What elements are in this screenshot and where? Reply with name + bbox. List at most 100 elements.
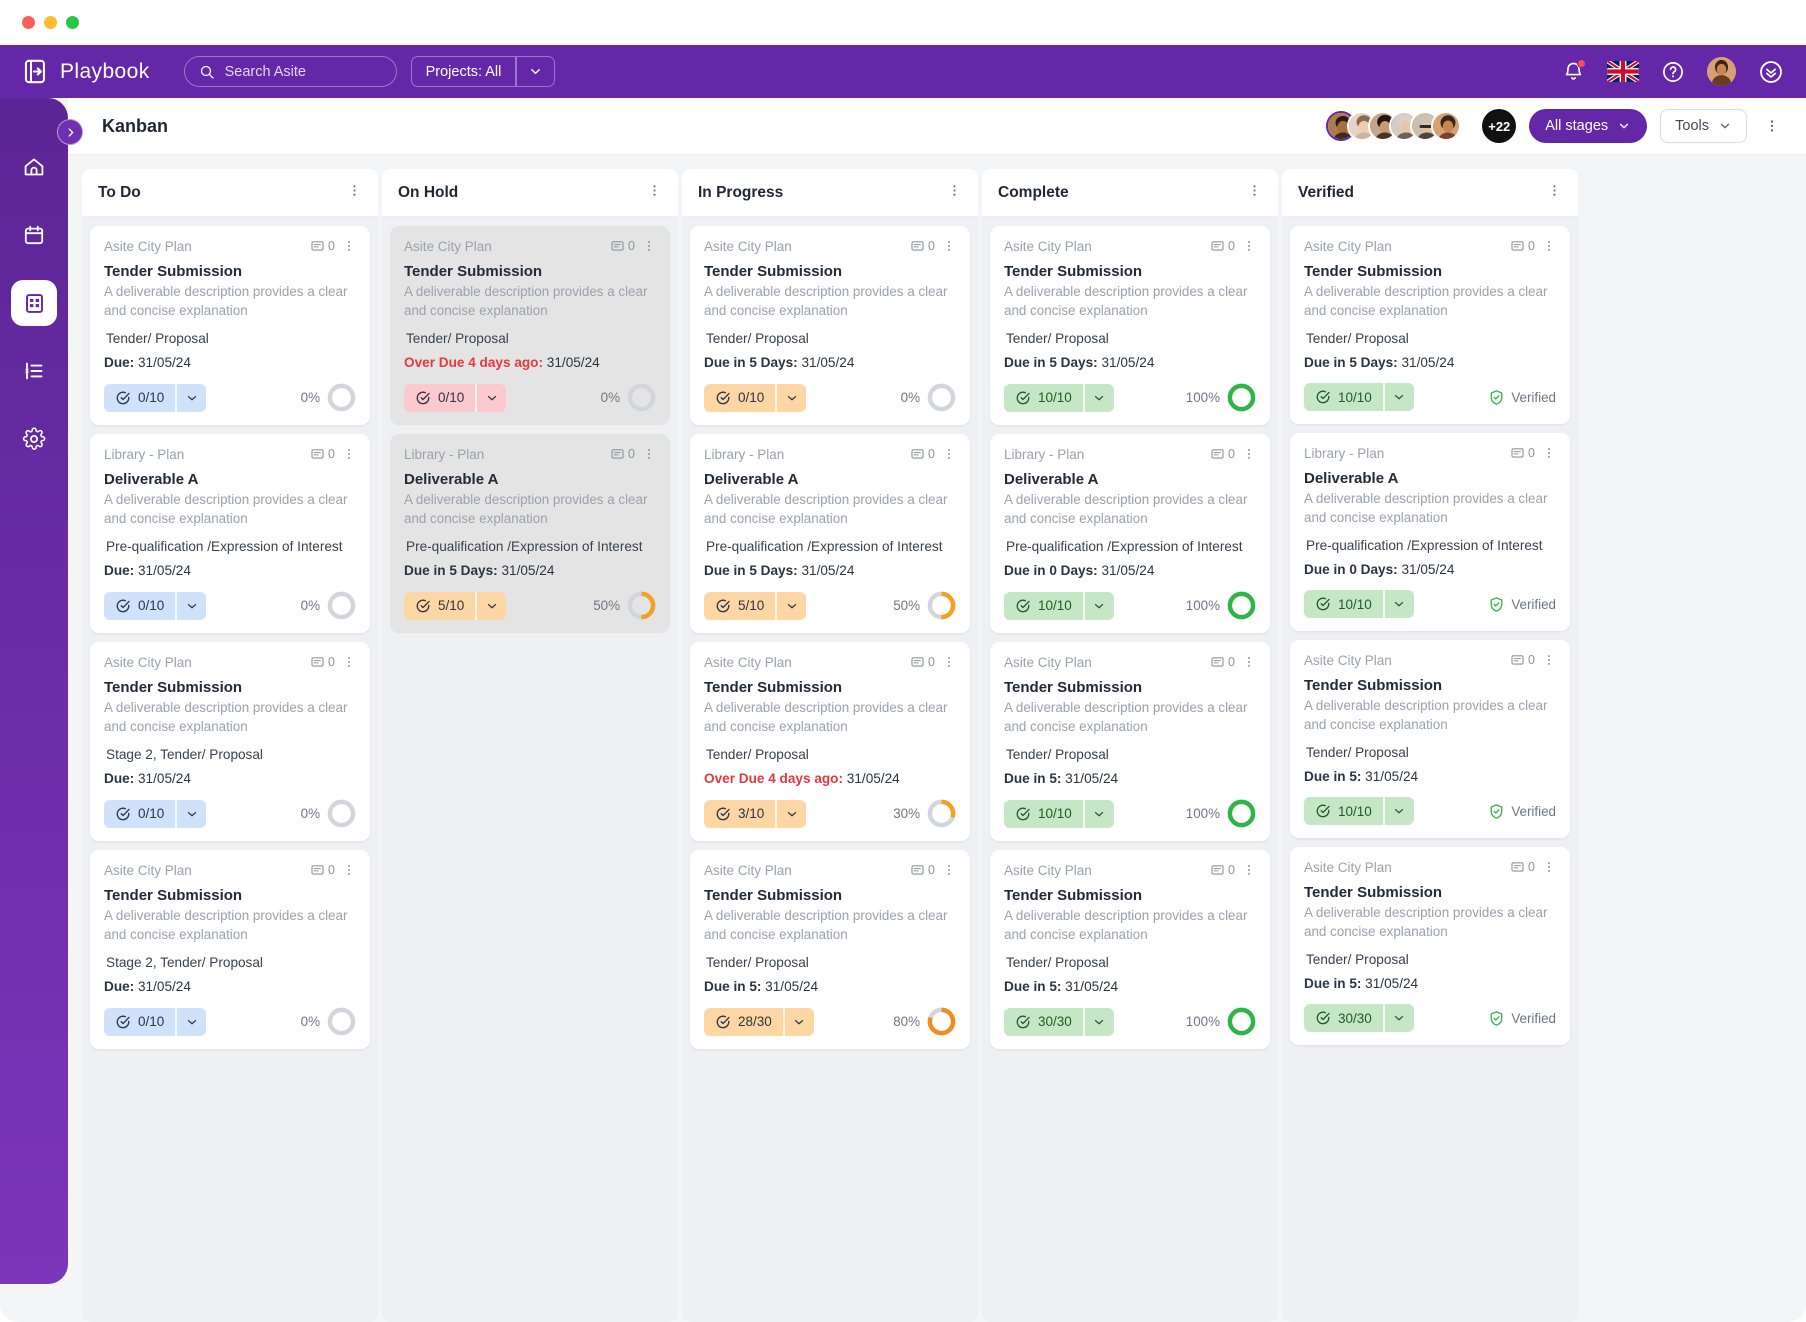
card-checklist-chip[interactable]: 0/10: [704, 383, 807, 412]
kanban-card[interactable]: Asite City Plan 0 Tender Submission A deliv…: [690, 850, 970, 1049]
card-checklist-chip[interactable]: 0/10: [104, 799, 207, 828]
card-options-button[interactable]: [342, 238, 356, 254]
projects-filter-select[interactable]: Projects: All: [410, 56, 555, 87]
checklist-expand-button[interactable]: [782, 1007, 814, 1036]
card-options-button[interactable]: [1542, 859, 1556, 875]
card-checklist-chip[interactable]: 10/10: [1004, 799, 1114, 828]
checklist-expand-button[interactable]: [475, 383, 507, 412]
card-comment-count[interactable]: 0: [910, 863, 935, 878]
card-checklist-chip[interactable]: 3/10: [704, 799, 807, 828]
card-comment-count[interactable]: 0: [610, 447, 635, 462]
card-comment-count[interactable]: 0: [1510, 653, 1535, 668]
card-options-button[interactable]: [642, 446, 656, 462]
card-checklist-chip[interactable]: 30/30: [1304, 1004, 1414, 1032]
card-options-button[interactable]: [1542, 652, 1556, 668]
tools-button[interactable]: Tools: [1660, 109, 1747, 143]
card-checklist-chip[interactable]: 28/30: [704, 1007, 814, 1036]
help-icon[interactable]: [1661, 60, 1685, 84]
kanban-card[interactable]: Asite City Plan 0 Tender Submission A deliv…: [990, 226, 1270, 425]
checklist-expand-button[interactable]: [175, 1007, 207, 1036]
card-checklist-chip[interactable]: 30/30: [1004, 1007, 1114, 1036]
checklist-expand-button[interactable]: [1382, 590, 1414, 618]
kanban-card[interactable]: Asite City Plan 0 Tender Submission A deliv…: [990, 642, 1270, 841]
window-close-button[interactable]: [22, 16, 35, 29]
column-options-button[interactable]: [947, 182, 962, 204]
card-checklist-chip[interactable]: 0/10: [404, 383, 507, 412]
card-comment-count[interactable]: 0: [1210, 655, 1235, 670]
kanban-card[interactable]: Asite City Plan 0 Tender Submission A deliv…: [390, 226, 670, 425]
kanban-card[interactable]: Asite City Plan 0 Tender Submission A deliv…: [990, 850, 1270, 1049]
checklist-expand-button[interactable]: [1382, 797, 1414, 825]
window-minimize-button[interactable]: [44, 16, 57, 29]
card-checklist-chip[interactable]: 10/10: [1004, 383, 1114, 412]
kanban-card[interactable]: Asite City Plan 0 Tender Submission A deliv…: [690, 226, 970, 425]
kanban-card[interactable]: Library - Plan 0 Deliverable A A deliverabl…: [90, 434, 370, 633]
kanban-card[interactable]: Asite City Plan 0 Tender Submission A deliv…: [90, 850, 370, 1049]
card-checklist-chip[interactable]: 10/10: [1004, 591, 1114, 620]
card-comment-count[interactable]: 0: [310, 239, 335, 254]
sidebar-item-settings[interactable]: [11, 416, 57, 462]
card-checklist-chip[interactable]: 10/10: [1304, 590, 1414, 618]
checklist-expand-button[interactable]: [775, 383, 807, 412]
card-options-button[interactable]: [1242, 446, 1256, 462]
card-checklist-chip[interactable]: 10/10: [1304, 797, 1414, 825]
search-input[interactable]: Search Asite: [183, 56, 397, 87]
checklist-expand-button[interactable]: [175, 591, 207, 620]
card-comment-count[interactable]: 0: [310, 863, 335, 878]
sidebar-item-calendar[interactable]: [11, 212, 57, 258]
card-comment-count[interactable]: 0: [1510, 239, 1535, 254]
kanban-card[interactable]: Library - Plan 0 Deliverable A A deliverabl…: [990, 434, 1270, 633]
card-comment-count[interactable]: 0: [910, 239, 935, 254]
kanban-card[interactable]: Library - Plan 0 Deliverable A A deliverabl…: [690, 434, 970, 633]
avatar[interactable]: [1431, 111, 1462, 141]
chevron-down-icon[interactable]: [517, 64, 554, 79]
checklist-expand-button[interactable]: [1082, 591, 1114, 620]
user-avatar[interactable]: [1707, 57, 1736, 86]
card-options-button[interactable]: [942, 654, 956, 670]
card-options-button[interactable]: [942, 238, 956, 254]
column-options-button[interactable]: [647, 182, 662, 204]
board-options-button[interactable]: [1760, 117, 1784, 135]
card-options-button[interactable]: [1242, 862, 1256, 878]
card-options-button[interactable]: [1542, 238, 1556, 254]
all-stages-filter-button[interactable]: All stages: [1529, 109, 1648, 143]
card-options-button[interactable]: [942, 446, 956, 462]
notifications-button[interactable]: [1562, 59, 1586, 83]
avatar-overflow-count[interactable]: +22: [1482, 109, 1517, 143]
card-options-button[interactable]: [642, 238, 656, 254]
kanban-card[interactable]: Asite City Plan 0 Tender Submission A deliv…: [90, 642, 370, 841]
card-checklist-chip[interactable]: 0/10: [104, 383, 207, 412]
sidebar-item-home[interactable]: [11, 144, 57, 190]
checklist-expand-button[interactable]: [1382, 1004, 1414, 1032]
card-options-button[interactable]: [942, 862, 956, 878]
card-comment-count[interactable]: 0: [1510, 446, 1535, 461]
checklist-expand-button[interactable]: [775, 799, 807, 828]
sidebar-item-kanban[interactable]: [11, 280, 57, 326]
member-avatar-stack[interactable]: [1326, 111, 1462, 141]
column-options-button[interactable]: [1247, 182, 1262, 204]
kanban-card[interactable]: Asite City Plan 0 Tender Submission A deliv…: [1290, 640, 1570, 838]
card-comment-count[interactable]: 0: [1210, 447, 1235, 462]
card-checklist-chip[interactable]: 0/10: [104, 1007, 207, 1036]
checklist-expand-button[interactable]: [175, 383, 207, 412]
card-comment-count[interactable]: 0: [910, 655, 935, 670]
column-options-button[interactable]: [347, 182, 362, 204]
uk-flag-icon[interactable]: [1607, 61, 1639, 82]
card-options-button[interactable]: [342, 654, 356, 670]
card-checklist-chip[interactable]: 0/10: [104, 591, 207, 620]
kanban-card[interactable]: Library - Plan 0 Deliverable A A deliverabl…: [1290, 433, 1570, 631]
checklist-expand-button[interactable]: [1082, 383, 1114, 412]
kanban-card[interactable]: Library - Plan 0 Deliverable A A deliverabl…: [390, 434, 670, 633]
brand[interactable]: Playbook: [22, 58, 150, 85]
card-options-button[interactable]: [342, 446, 356, 462]
sidebar-expand-button[interactable]: [57, 119, 83, 145]
card-comment-count[interactable]: 0: [1510, 860, 1535, 875]
card-checklist-chip[interactable]: 5/10: [704, 591, 807, 620]
checklist-expand-button[interactable]: [475, 591, 507, 620]
card-comment-count[interactable]: 0: [610, 239, 635, 254]
checklist-expand-button[interactable]: [175, 799, 207, 828]
checklist-expand-button[interactable]: [1082, 799, 1114, 828]
column-options-button[interactable]: [1547, 182, 1562, 204]
card-comment-count[interactable]: 0: [910, 447, 935, 462]
card-options-button[interactable]: [1242, 238, 1256, 254]
